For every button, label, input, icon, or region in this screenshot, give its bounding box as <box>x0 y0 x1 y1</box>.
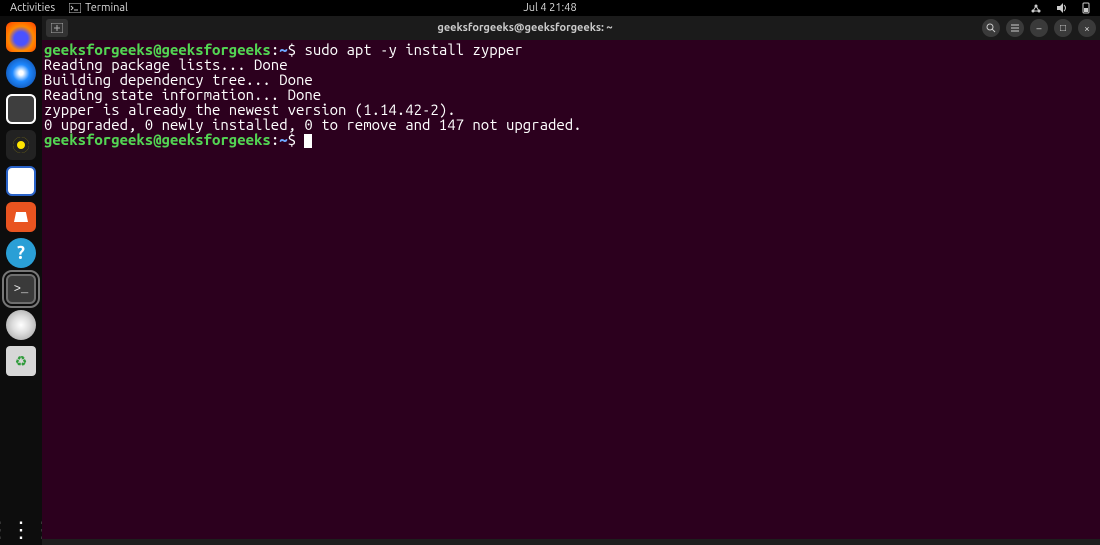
libreoffice-writer-icon[interactable] <box>6 166 36 196</box>
terminal-content[interactable]: geeksforgeeks@geeksforgeeks:~$ sudo apt … <box>42 40 1100 539</box>
search-button[interactable] <box>982 19 1000 37</box>
window-title: geeksforgeeks@geeksforgeeks: ~ <box>74 22 976 34</box>
disk-icon[interactable] <box>6 310 36 340</box>
titlebar: geeksforgeeks@geeksforgeeks: ~ – □ × <box>42 16 1100 40</box>
new-tab-button[interactable] <box>46 19 68 37</box>
firefox-icon[interactable] <box>6 22 36 52</box>
clock[interactable]: Jul 4 21:48 <box>523 2 576 14</box>
power-icon[interactable] <box>1082 2 1090 14</box>
prompt-sep: : <box>271 131 279 148</box>
terminal-icon[interactable]: >_ <box>6 274 36 304</box>
topbar-app-indicator[interactable]: Terminal <box>69 2 128 14</box>
network-icon[interactable] <box>1030 3 1042 13</box>
cursor <box>304 134 312 148</box>
close-button[interactable]: × <box>1078 19 1096 37</box>
activities-button[interactable]: Activities <box>10 2 55 14</box>
minimize-button[interactable]: – <box>1030 19 1048 37</box>
command-line: sudo apt -y install zypper <box>304 41 522 58</box>
show-apps-icon[interactable]: ⋮⋮⋮ <box>6 515 36 545</box>
trash-icon[interactable] <box>6 346 36 376</box>
terminal-icon <box>69 3 81 13</box>
dock: ? >_ ⋮⋮⋮ <box>0 16 42 545</box>
gnome-topbar: Activities Terminal Jul 4 21:48 <box>0 0 1100 16</box>
menu-button[interactable] <box>1006 19 1024 37</box>
rhythmbox-icon[interactable] <box>6 130 36 160</box>
software-center-icon[interactable] <box>6 202 36 232</box>
thunderbird-icon[interactable] <box>6 58 36 88</box>
prompt-path: ~ <box>279 131 287 148</box>
topbar-app-label: Terminal <box>85 2 128 14</box>
prompt-user: geeksforgeeks@geeksforgeeks <box>44 131 271 148</box>
terminal-window: geeksforgeeks@geeksforgeeks: ~ – □ × gee… <box>42 16 1100 539</box>
prompt-symbol: $ <box>288 41 296 58</box>
prompt-symbol: $ <box>288 131 296 148</box>
help-icon[interactable]: ? <box>6 238 36 268</box>
files-icon[interactable] <box>6 94 36 124</box>
maximize-button[interactable]: □ <box>1054 19 1072 37</box>
volume-icon[interactable] <box>1056 3 1068 13</box>
